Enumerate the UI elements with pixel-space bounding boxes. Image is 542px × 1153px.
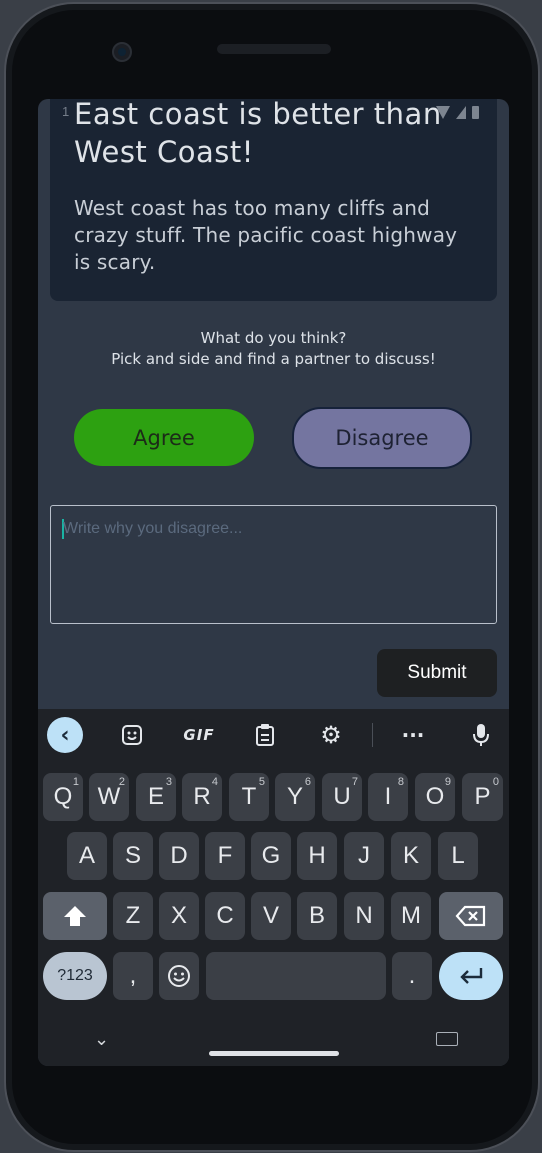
clipboard-icon[interactable]: [247, 717, 283, 753]
status-time: 1: [62, 104, 70, 119]
period-key[interactable]: .: [392, 952, 432, 1000]
gear-icon[interactable]: ⚙: [313, 717, 349, 753]
back-icon[interactable]: ‹: [47, 717, 83, 753]
key-y[interactable]: Y6: [275, 773, 315, 821]
key-q[interactable]: Q1: [43, 773, 83, 821]
key-p[interactable]: P0: [462, 773, 503, 821]
sticker-icon[interactable]: [114, 717, 150, 753]
prompt-line-1: What do you think?: [200, 329, 347, 347]
soft-keyboard: ‹ GIF ⚙ ··· Q1 W2 E3 R4 T 5 Y 6 U 7 I 8 …: [38, 709, 509, 1066]
key-n[interactable]: N: [344, 892, 384, 940]
key-s[interactable]: S: [113, 832, 153, 880]
hide-keyboard-icon[interactable]: ⌄: [94, 1029, 109, 1050]
backspace-key[interactable]: [439, 892, 503, 940]
key-u[interactable]: U7: [322, 773, 362, 821]
post-body: West coast has too many cliffs and crazy…: [74, 196, 458, 274]
more-icon[interactable]: ···: [395, 717, 431, 753]
keyboard-toolbar: ‹ GIF ⚙ ···: [38, 709, 509, 759]
key-t[interactable]: T5: [229, 773, 269, 821]
key-e[interactable]: E3: [136, 773, 176, 821]
submit-button[interactable]: Submit: [377, 649, 497, 697]
phone-frame: 1 East coast is better than West Coast! …: [4, 2, 540, 1152]
emoji-key[interactable]: [159, 952, 199, 1000]
emoji-icon: [168, 965, 190, 987]
shift-icon: [64, 906, 86, 926]
key-r[interactable]: R4: [182, 773, 222, 821]
key-w[interactable]: W2: [89, 773, 129, 821]
comma-key[interactable]: ,: [113, 952, 153, 1000]
key-x[interactable]: X: [159, 892, 199, 940]
key-v[interactable]: V: [251, 892, 291, 940]
key-a[interactable]: A: [67, 832, 107, 880]
key-m[interactable]: M: [391, 892, 431, 940]
front-camera: [112, 42, 132, 62]
key-d[interactable]: D: [159, 832, 199, 880]
disagree-button[interactable]: Disagree: [292, 407, 472, 469]
discussion-prompt: What do you think? Pick and side and fin…: [38, 328, 509, 370]
agree-button[interactable]: Agree: [74, 409, 254, 466]
key-h[interactable]: H: [297, 832, 337, 880]
key-g[interactable]: G: [251, 832, 291, 880]
gif-icon[interactable]: GIF: [181, 717, 217, 753]
key-l[interactable]: L: [438, 832, 478, 880]
enter-icon: [460, 968, 483, 984]
key-i[interactable]: I8: [368, 773, 408, 821]
key-b[interactable]: B: [297, 892, 337, 940]
mic-icon[interactable]: [463, 717, 499, 753]
app-screen: 1 East coast is better than West Coast! …: [38, 99, 509, 1066]
response-input[interactable]: Write why you disagree...: [50, 505, 497, 624]
speaker-grille: [217, 44, 331, 54]
toolbar-divider: [372, 723, 373, 747]
spacebar-key[interactable]: [206, 952, 386, 1000]
response-placeholder: Write why you disagree...: [63, 520, 243, 537]
key-j[interactable]: J: [344, 832, 384, 880]
key-f[interactable]: F: [205, 832, 245, 880]
prompt-line-2: Pick and side and find a partner to disc…: [111, 350, 436, 368]
post-title: East coast is better than West Coast!: [74, 99, 442, 169]
key-k[interactable]: K: [391, 832, 431, 880]
key-c[interactable]: C: [205, 892, 245, 940]
keyboard-switch-icon[interactable]: [436, 1032, 458, 1046]
shift-key[interactable]: [43, 892, 107, 940]
backspace-icon: [455, 905, 486, 927]
enter-key[interactable]: [439, 952, 503, 1000]
key-z[interactable]: Z: [113, 892, 153, 940]
key-o[interactable]: O9: [415, 773, 455, 821]
home-indicator[interactable]: [209, 1051, 339, 1056]
symbols-key[interactable]: ?123: [43, 952, 107, 1000]
